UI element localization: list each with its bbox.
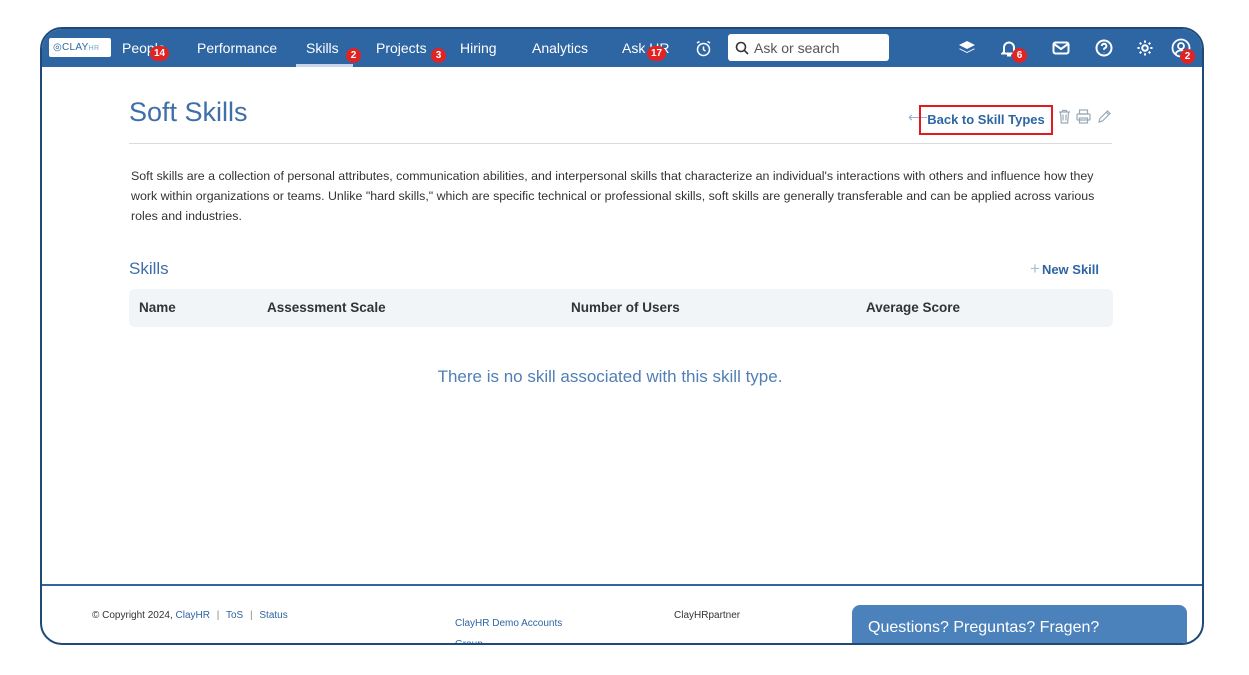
nav-ask-hr[interactable]: Ask HR 17: [622, 29, 669, 67]
partner-text: ClayHRpartner: [674, 610, 741, 621]
app-window: ◎CLAYHR People 14 Performance Skills 2 P…: [40, 27, 1204, 645]
plus-icon: +: [1030, 259, 1040, 278]
new-skill-button[interactable]: + New Skill: [1030, 259, 1099, 279]
column-header-assessment-scale[interactable]: Assessment Scale: [267, 289, 386, 327]
demo-accounts-link[interactable]: ClayHR Demo Accounts Group: [455, 613, 585, 643]
status-link[interactable]: Status: [259, 610, 287, 621]
settings-icon[interactable]: [1132, 29, 1158, 67]
nav-analytics[interactable]: Analytics: [532, 29, 588, 67]
skills-table-header: Name Assessment Scale Number of Users Av…: [129, 289, 1113, 327]
column-header-average-score[interactable]: Average Score: [866, 289, 960, 327]
logo-mark-icon: ◎: [53, 42, 63, 53]
clayhr-link[interactable]: ClayHR: [176, 610, 210, 621]
profile-badge: 2: [1180, 49, 1195, 64]
help-icon[interactable]: [1091, 29, 1117, 67]
bell-icon[interactable]: 6: [996, 29, 1027, 67]
notifications-badge: 6: [1012, 48, 1027, 63]
projects-badge: 3: [431, 48, 446, 63]
tos-link[interactable]: ToS: [226, 610, 243, 621]
delete-icon[interactable]: [1058, 109, 1071, 129]
nav-people[interactable]: People 14: [122, 29, 169, 67]
print-icon[interactable]: [1076, 109, 1091, 129]
clayhr-logo[interactable]: ◎CLAYHR: [49, 38, 111, 57]
user-avatar-icon[interactable]: 2: [1168, 29, 1195, 67]
mail-icon[interactable]: [1048, 29, 1074, 67]
footer-divider: [42, 584, 1202, 586]
nav-hiring[interactable]: Hiring: [460, 29, 497, 67]
column-header-name[interactable]: Name: [139, 289, 176, 327]
skills-badge: 2: [346, 48, 361, 63]
skill-type-description: Soft skills are a collection of personal…: [131, 169, 1095, 223]
nav-skills[interactable]: Skills 2: [296, 29, 361, 67]
nav-projects[interactable]: Projects 3: [376, 29, 446, 67]
search-input[interactable]: Ask or search: [728, 34, 889, 61]
copyright: © Copyright 2024, ClayHR | ToS | Status: [92, 610, 288, 621]
page-title: Soft Skills: [129, 97, 248, 127]
people-badge: 14: [150, 46, 169, 61]
edit-icon[interactable]: [1097, 109, 1112, 129]
ask-hr-badge: 17: [647, 46, 666, 61]
column-header-number-of-users[interactable]: Number of Users: [571, 289, 680, 327]
alarm-clock-icon[interactable]: [692, 29, 714, 67]
search-icon: [735, 41, 749, 55]
top-nav: ◎CLAYHR People 14 Performance Skills 2 P…: [42, 29, 1202, 67]
skills-section-title: Skills: [129, 259, 169, 278]
questions-chat-button[interactable]: Questions? Preguntas? Fragen?: [852, 605, 1187, 643]
layers-icon[interactable]: [954, 29, 980, 67]
back-to-skill-types-link[interactable]: Back to Skill Types: [919, 105, 1053, 135]
nav-performance[interactable]: Performance: [197, 29, 277, 67]
empty-state-message: There is no skill associated with this s…: [437, 367, 783, 386]
title-divider: [129, 143, 1112, 144]
